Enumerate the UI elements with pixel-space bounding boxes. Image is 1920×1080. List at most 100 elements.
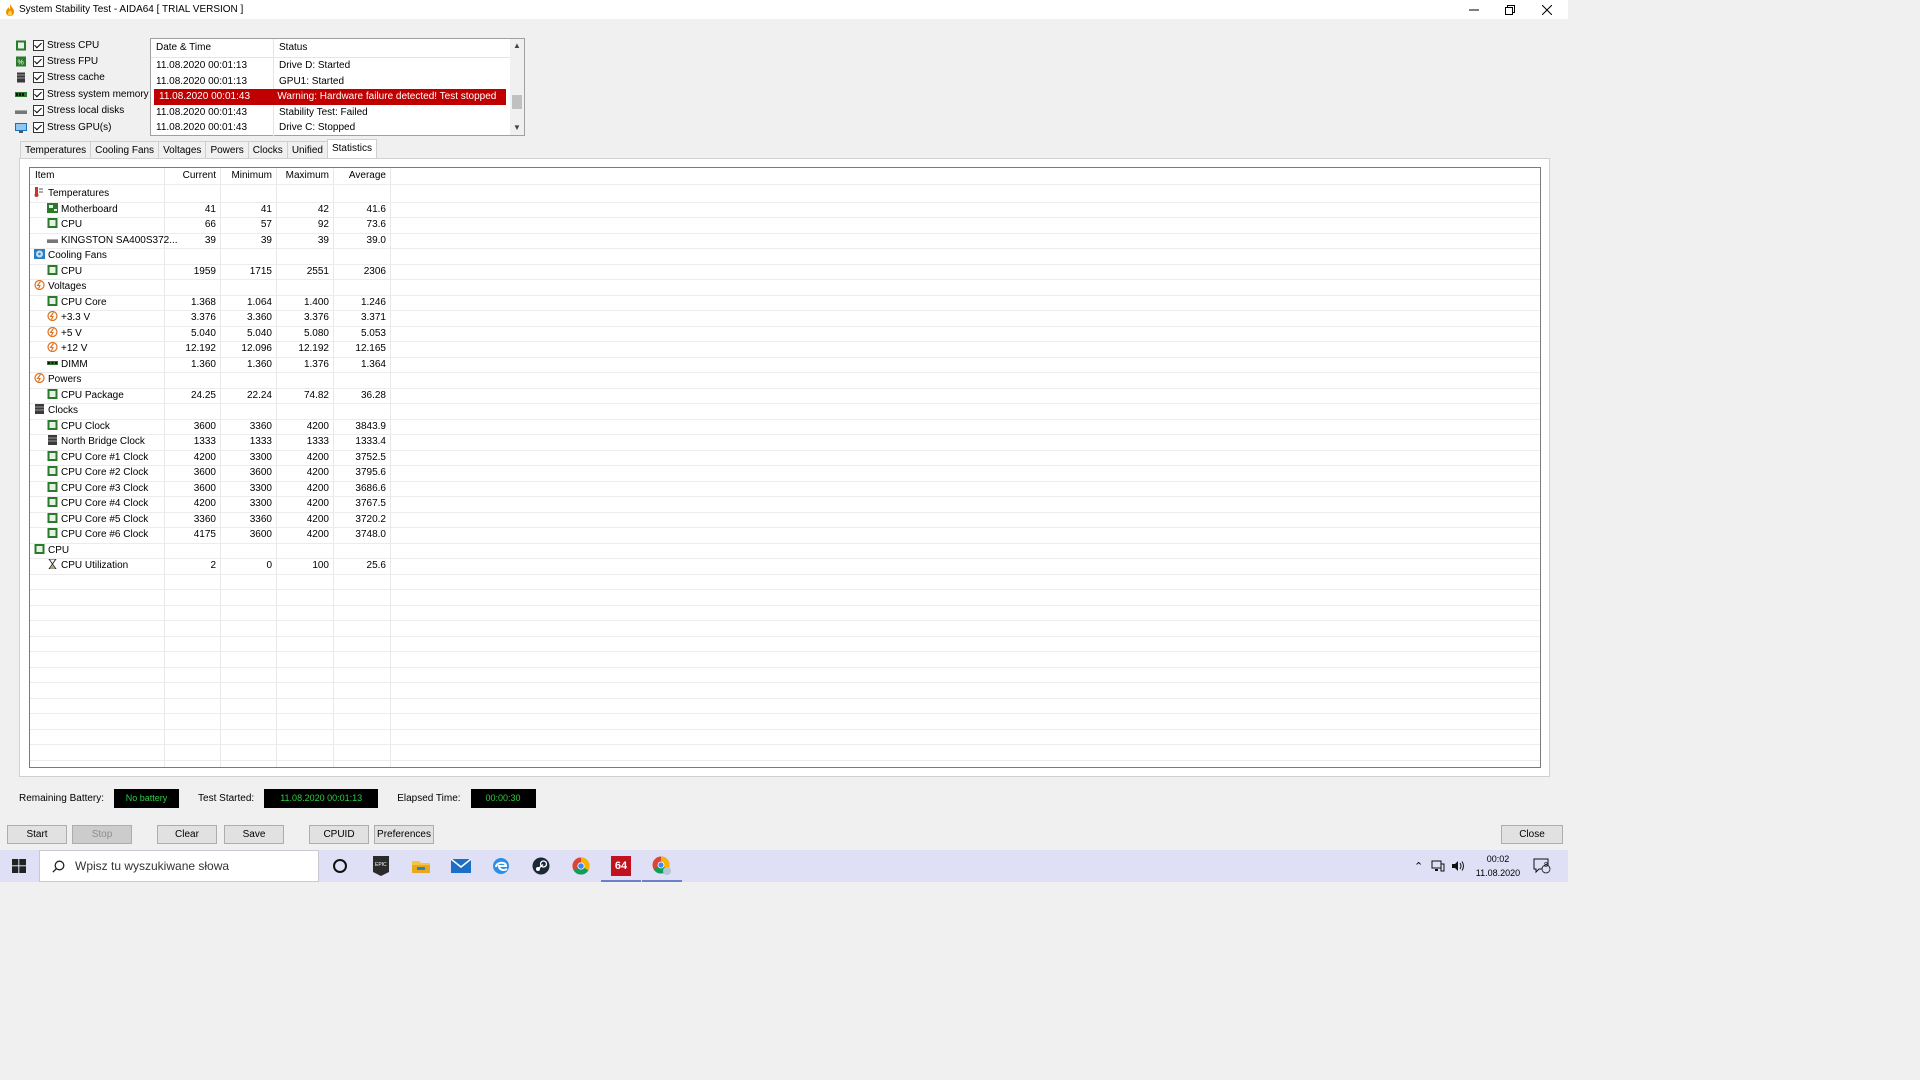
cpu-icon (47, 450, 58, 461)
stop-button[interactable]: Stop (72, 825, 132, 844)
stress-disks-checkbox[interactable] (33, 105, 44, 117)
table-row[interactable]: CPU Core #6 Clock 4175 3600 4200 3748.0 (30, 527, 1540, 544)
table-row[interactable]: CPU Core #5 Clock 3360 3360 4200 3720.2 (30, 512, 1540, 528)
table-row[interactable]: CPU 1959 1715 2551 2306 (30, 264, 1540, 280)
log-row[interactable]: 11.08.2020 00:01:13 Drive D: Started (151, 58, 524, 74)
group-row[interactable]: Powers (30, 372, 1540, 389)
stress-cache-checkbox[interactable] (33, 72, 44, 84)
table-row[interactable]: +12 V 12.192 12.096 12.192 12.165 (30, 341, 1540, 358)
close-button[interactable]: Close (1501, 825, 1563, 844)
group-row[interactable]: Cooling Fans (30, 248, 1540, 265)
header-minimum[interactable]: Minimum (212, 168, 272, 184)
header-current[interactable]: Current (156, 168, 216, 184)
log-row-error[interactable]: 11.08.2020 00:01:43 Warning: Hardware fa… (154, 89, 506, 105)
table-row[interactable]: +3.3 V 3.376 3.360 3.376 3.371 (30, 310, 1540, 327)
log-header-date[interactable]: Date & Time (151, 39, 274, 57)
table-row[interactable]: KINGSTON SA400S372... 39 39 39 39.0 (30, 233, 1540, 249)
cell-maximum: 100 (312, 560, 329, 571)
cortana-button[interactable] (327, 854, 353, 878)
clear-button[interactable]: Clear (157, 825, 217, 844)
empty-row (30, 589, 1540, 606)
table-row[interactable]: CPU Utilization 2 0 100 25.6 (30, 558, 1540, 575)
table-row[interactable]: CPU Core #2 Clock 3600 3600 4200 3795.6 (30, 465, 1540, 482)
table-row[interactable]: Motherboard 41 41 42 41.6 (30, 202, 1540, 218)
log-row[interactable]: 11.08.2020 00:01:13 GPU1: Started (151, 73, 524, 89)
volume-icon[interactable] (1451, 860, 1465, 872)
tab-powers[interactable]: Powers (205, 141, 249, 158)
stress-cpu-checkbox[interactable] (33, 39, 44, 51)
cell-minimum: 3600 (249, 529, 272, 540)
tab-clocks[interactable]: Clocks (247, 141, 288, 158)
table-row[interactable]: CPU Clock 3600 3360 4200 3843.9 (30, 419, 1540, 435)
minimize-button[interactable] (1457, 0, 1491, 19)
stress-memory-checkbox[interactable] (33, 88, 44, 100)
elapsed-time-value: 00:00:30 (470, 788, 536, 808)
taskbar-search[interactable]: Wpisz tu wyszukiwane słowa (39, 850, 319, 882)
group-row[interactable]: Clocks (30, 403, 1540, 420)
edge-button[interactable] (488, 854, 514, 878)
row-item-label: CPU (48, 544, 70, 556)
chevron-down-icon[interactable]: ▼ (510, 121, 524, 135)
table-row[interactable]: CPU Core 1.368 1.064 1.400 1.246 (30, 295, 1540, 311)
log-row[interactable]: 11.08.2020 00:01:43 Stability Test: Fail… (151, 104, 524, 120)
steam-button[interactable] (528, 854, 554, 878)
tab-temperatures[interactable]: Temperatures (20, 141, 92, 158)
table-row[interactable]: CPU Core #1 Clock 4200 3300 4200 3752.5 (30, 450, 1540, 466)
log-scrollbar[interactable]: ▲ ▼ (510, 39, 524, 135)
title-bar: System Stability Test - AIDA64 [ TRIAL V… (0, 0, 1568, 19)
event-log[interactable]: Date & Time Status 11.08.2020 00:01:13 D… (150, 38, 525, 136)
epic-games-button[interactable]: EPIC (368, 854, 394, 878)
save-button[interactable]: Save (224, 825, 284, 844)
start-button[interactable]: Start (7, 825, 67, 844)
stress-option-cache[interactable]: Stress cache (15, 70, 149, 86)
tab-cooling-fans[interactable]: Cooling Fans (90, 141, 160, 158)
group-row[interactable]: CPU (30, 543, 1540, 559)
group-row[interactable]: Temperatures (30, 186, 1540, 203)
log-header-status[interactable]: Status (274, 39, 509, 57)
network-icon[interactable] (1431, 860, 1445, 872)
preferences-button[interactable]: Preferences (374, 825, 434, 844)
stress-gpu-checkbox[interactable] (33, 121, 44, 133)
chevron-up-icon[interactable]: ⌃ (1414, 860, 1423, 873)
statistics-table[interactable]: Item Current Minimum Maximum Average Temperat… (29, 167, 1541, 768)
header-average[interactable]: Average (326, 168, 386, 184)
table-row[interactable]: CPU Core #4 Clock 4200 3300 4200 3767.5 (30, 496, 1540, 513)
restore-button[interactable] (1493, 0, 1527, 19)
mail-button[interactable] (448, 854, 474, 878)
cell-maximum: 2551 (306, 265, 329, 277)
stress-option-gpu[interactable]: Stress GPU(s) (15, 119, 149, 135)
table-row[interactable]: CPU 66 57 92 73.6 (30, 217, 1540, 234)
cell-minimum: 3300 (249, 482, 272, 494)
stress-option-fpu[interactable]: % Stress FPU (15, 53, 149, 69)
header-maximum[interactable]: Maximum (269, 168, 329, 184)
chrome-button[interactable] (568, 854, 594, 878)
tab-unified[interactable]: Unified (286, 141, 328, 158)
start-menu-button[interactable] (0, 850, 38, 882)
aida64-taskbar-button[interactable]: 64 (601, 854, 641, 882)
taskbar-clock[interactable]: 00:02 11.08.2020 (1470, 852, 1526, 880)
header-item[interactable]: Item (35, 168, 54, 184)
window-close-button[interactable] (1530, 0, 1564, 19)
chrome-profile-button[interactable] (642, 854, 682, 882)
stress-option-disks[interactable]: Stress local disks (15, 103, 149, 119)
log-row[interactable]: 11.08.2020 00:01:43 Drive C: Stopped (151, 120, 524, 136)
table-row[interactable]: North Bridge Clock 1333 1333 1333 1333.4 (30, 434, 1540, 451)
file-explorer-button[interactable] (408, 854, 434, 878)
table-row[interactable]: +5 V 5.040 5.040 5.080 5.053 (30, 326, 1540, 342)
cell-maximum: 12.192 (298, 343, 329, 354)
table-row[interactable]: CPU Core #3 Clock 3600 3300 4200 3686.6 (30, 481, 1540, 497)
table-row[interactable]: CPU Package 24.25 22.24 74.82 36.28 (30, 388, 1540, 404)
tab-statistics[interactable]: Statistics (326, 139, 377, 158)
chevron-up-icon[interactable]: ▲ (510, 39, 524, 53)
cell-minimum: 5.040 (246, 327, 272, 339)
stress-option-cpu[interactable]: Stress CPU (15, 37, 149, 53)
cpuid-button[interactable]: CPUID (309, 825, 369, 844)
cell-maximum: 4200 (306, 451, 329, 463)
table-row[interactable]: DIMM 1.360 1.360 1.376 1.364 (30, 357, 1540, 373)
group-row[interactable]: Voltages (30, 279, 1540, 296)
tab-voltages[interactable]: Voltages (158, 141, 207, 158)
log-scroll-thumb[interactable] (512, 95, 522, 109)
stress-fpu-checkbox[interactable] (33, 56, 44, 68)
stress-option-memory[interactable]: Stress system memory (15, 86, 149, 102)
notification-center-button[interactable]: 8 (1533, 850, 1551, 882)
